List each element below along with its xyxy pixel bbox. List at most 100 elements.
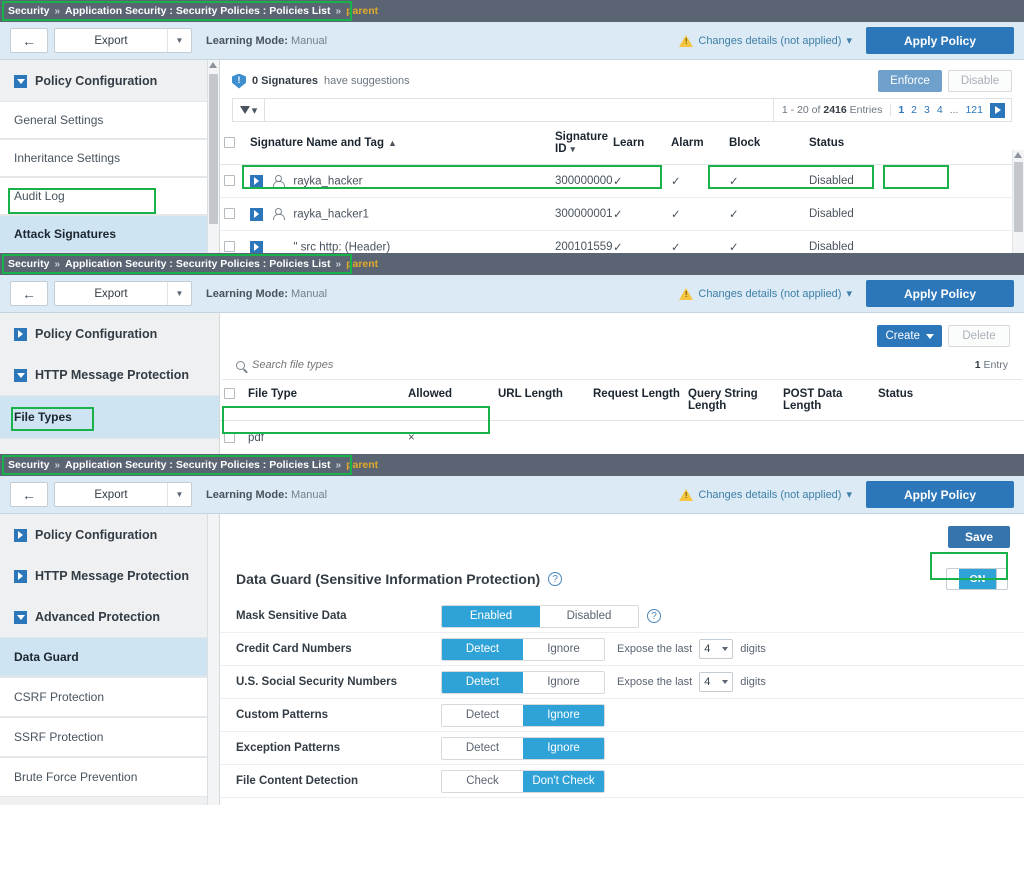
- grid-scrollbar[interactable]: [1012, 150, 1024, 253]
- sidebar-group-http-message-protection[interactable]: HTTP Message Protection: [0, 354, 219, 395]
- sidebar-scrollbar[interactable]: [207, 514, 219, 805]
- sidebar-item-audit-log[interactable]: Audit Log: [0, 177, 219, 215]
- delete-button[interactable]: Delete: [948, 325, 1010, 347]
- sidebar-group-policy-configuration[interactable]: Policy Configuration: [0, 514, 219, 555]
- search-input[interactable]: [252, 359, 968, 371]
- create-button[interactable]: Create: [877, 325, 942, 347]
- apply-policy-button[interactable]: Apply Policy: [866, 280, 1014, 307]
- option-detect[interactable]: Detect: [442, 705, 523, 726]
- table-row[interactable]: pdf ×: [220, 420, 1024, 456]
- page-2[interactable]: 2: [911, 104, 917, 116]
- scrollbar-thumb[interactable]: [1014, 162, 1023, 232]
- column-post-data-length[interactable]: POST Data Length: [779, 380, 874, 421]
- table-row[interactable]: rayka_hacker1 300000001 ✓ ✓ ✓ Disabled: [220, 197, 1024, 231]
- chevron-down-icon[interactable]: ▼: [167, 282, 191, 305]
- export-dropdown[interactable]: Export ▼: [54, 482, 192, 507]
- page-3[interactable]: 3: [924, 104, 930, 116]
- column-status[interactable]: Status: [874, 380, 1024, 421]
- ssn-toggle[interactable]: Detect Ignore: [441, 670, 605, 694]
- chevron-down-icon[interactable]: ▼: [167, 483, 191, 506]
- mask-sensitive-data-toggle[interactable]: Enabled Disabled: [441, 604, 639, 628]
- option-ignore[interactable]: Ignore: [523, 704, 604, 726]
- column-allowed[interactable]: Allowed: [404, 380, 494, 421]
- changes-details-link[interactable]: Changes details (not applied) ▾: [679, 34, 852, 47]
- option-disabled[interactable]: Disabled: [540, 606, 638, 627]
- sidebar-group-http-message-protection[interactable]: HTTP Message Protection: [0, 555, 219, 596]
- data-guard-toggle[interactable]: ON: [946, 568, 1008, 590]
- credit-card-toggle[interactable]: Detect Ignore: [441, 637, 605, 661]
- option-detect[interactable]: Detect: [442, 738, 523, 759]
- exception-patterns-toggle[interactable]: Detect Ignore: [441, 736, 605, 760]
- sidebar-item-brute-force-prevention[interactable]: Brute Force Prevention: [0, 757, 219, 797]
- sidebar-item-data-guard[interactable]: Data Guard: [0, 637, 219, 677]
- custom-patterns-toggle[interactable]: Detect Ignore: [441, 703, 605, 727]
- sidebar-group-policy-configuration[interactable]: Policy Configuration: [0, 313, 219, 354]
- apply-policy-button[interactable]: Apply Policy: [866, 481, 1014, 508]
- toggle-knob[interactable]: [996, 569, 1007, 589]
- expand-row-icon[interactable]: [250, 207, 263, 221]
- expose-digits-select[interactable]: 4: [699, 639, 734, 659]
- sidebar-item-file-types[interactable]: File Types: [0, 395, 219, 439]
- option-detect[interactable]: Detect: [442, 638, 523, 660]
- column-learn[interactable]: Learn: [609, 122, 667, 165]
- column-signature-name[interactable]: Signature Name and Tag ▲: [246, 122, 551, 165]
- expand-row-icon[interactable]: [250, 174, 263, 188]
- option-ignore[interactable]: Ignore: [523, 737, 604, 759]
- expose-digits-select[interactable]: 4: [699, 672, 734, 692]
- column-status[interactable]: Status: [805, 122, 844, 165]
- option-enabled[interactable]: Enabled: [442, 605, 540, 627]
- help-icon[interactable]: ?: [548, 572, 563, 586]
- back-button[interactable]: ←: [10, 281, 48, 306]
- breadcrumb-policy-name[interactable]: parent: [346, 5, 378, 17]
- changes-details-link[interactable]: Changes details (not applied) ▾: [679, 287, 852, 300]
- scroll-up-icon[interactable]: [209, 62, 217, 68]
- option-dont-check[interactable]: Don't Check: [523, 770, 604, 792]
- sidebar-item-ssrf-protection[interactable]: SSRF Protection: [0, 717, 219, 757]
- row-checkbox[interactable]: [224, 208, 235, 220]
- next-page-icon[interactable]: [990, 102, 1005, 118]
- page-1[interactable]: 1: [898, 104, 904, 116]
- file-content-detection-toggle[interactable]: Check Don't Check: [441, 769, 605, 793]
- option-ignore[interactable]: Ignore: [523, 672, 604, 693]
- column-request-length[interactable]: Request Length: [589, 380, 684, 421]
- row-checkbox[interactable]: [224, 241, 235, 253]
- changes-details-link[interactable]: Changes details (not applied) ▾: [679, 488, 852, 501]
- export-dropdown[interactable]: Export ▼: [54, 281, 192, 306]
- export-dropdown[interactable]: Export ▼: [54, 28, 192, 53]
- apply-policy-button[interactable]: Apply Policy: [866, 27, 1014, 54]
- enforce-button[interactable]: Enforce: [878, 70, 942, 92]
- back-button[interactable]: ←: [10, 482, 48, 507]
- row-checkbox[interactable]: [224, 175, 235, 187]
- sidebar-item-csrf-protection[interactable]: CSRF Protection: [0, 677, 219, 717]
- breadcrumb-policy-name[interactable]: parent: [346, 258, 378, 270]
- column-file-type[interactable]: File Type: [244, 380, 404, 421]
- option-ignore[interactable]: Ignore: [523, 639, 604, 660]
- sidebar-item-general-settings[interactable]: General Settings: [0, 101, 219, 139]
- sidebar-group-policy-configuration[interactable]: Policy Configuration: [0, 60, 219, 101]
- chevron-down-icon[interactable]: ▼: [167, 29, 191, 52]
- back-button[interactable]: ←: [10, 28, 48, 53]
- sidebar-item-inheritance-settings[interactable]: Inheritance Settings: [0, 139, 219, 177]
- column-block[interactable]: Block: [725, 122, 805, 165]
- option-detect[interactable]: Detect: [442, 671, 523, 693]
- filter-icon[interactable]: ▾: [233, 99, 265, 121]
- table-row[interactable]: rayka_hacker 300000000 ✓ ✓ ✓ Disabled: [220, 164, 1024, 198]
- page-last[interactable]: 121: [965, 104, 983, 116]
- row-checkbox[interactable]: [224, 432, 235, 444]
- breadcrumb-security[interactable]: Security: [8, 258, 49, 270]
- save-button[interactable]: Save: [948, 526, 1010, 548]
- breadcrumb-security[interactable]: Security: [8, 5, 49, 17]
- expand-row-icon[interactable]: [250, 240, 263, 254]
- breadcrumb-security[interactable]: Security: [8, 459, 49, 471]
- page-4[interactable]: 4: [937, 104, 943, 116]
- breadcrumb-policy-name[interactable]: parent: [346, 459, 378, 471]
- option-check[interactable]: Check: [442, 771, 523, 792]
- select-all-checkbox[interactable]: [224, 137, 235, 149]
- column-query-string-length[interactable]: Query String Length: [684, 380, 779, 421]
- column-alarm[interactable]: Alarm: [667, 122, 725, 165]
- disable-button[interactable]: Disable: [948, 70, 1012, 92]
- column-signature-id[interactable]: Signature ID ▾: [551, 122, 609, 165]
- breadcrumb-path[interactable]: Application Security : Security Policies…: [65, 258, 331, 270]
- help-icon[interactable]: ?: [647, 609, 661, 623]
- breadcrumb-path[interactable]: Application Security : Security Policies…: [65, 5, 331, 17]
